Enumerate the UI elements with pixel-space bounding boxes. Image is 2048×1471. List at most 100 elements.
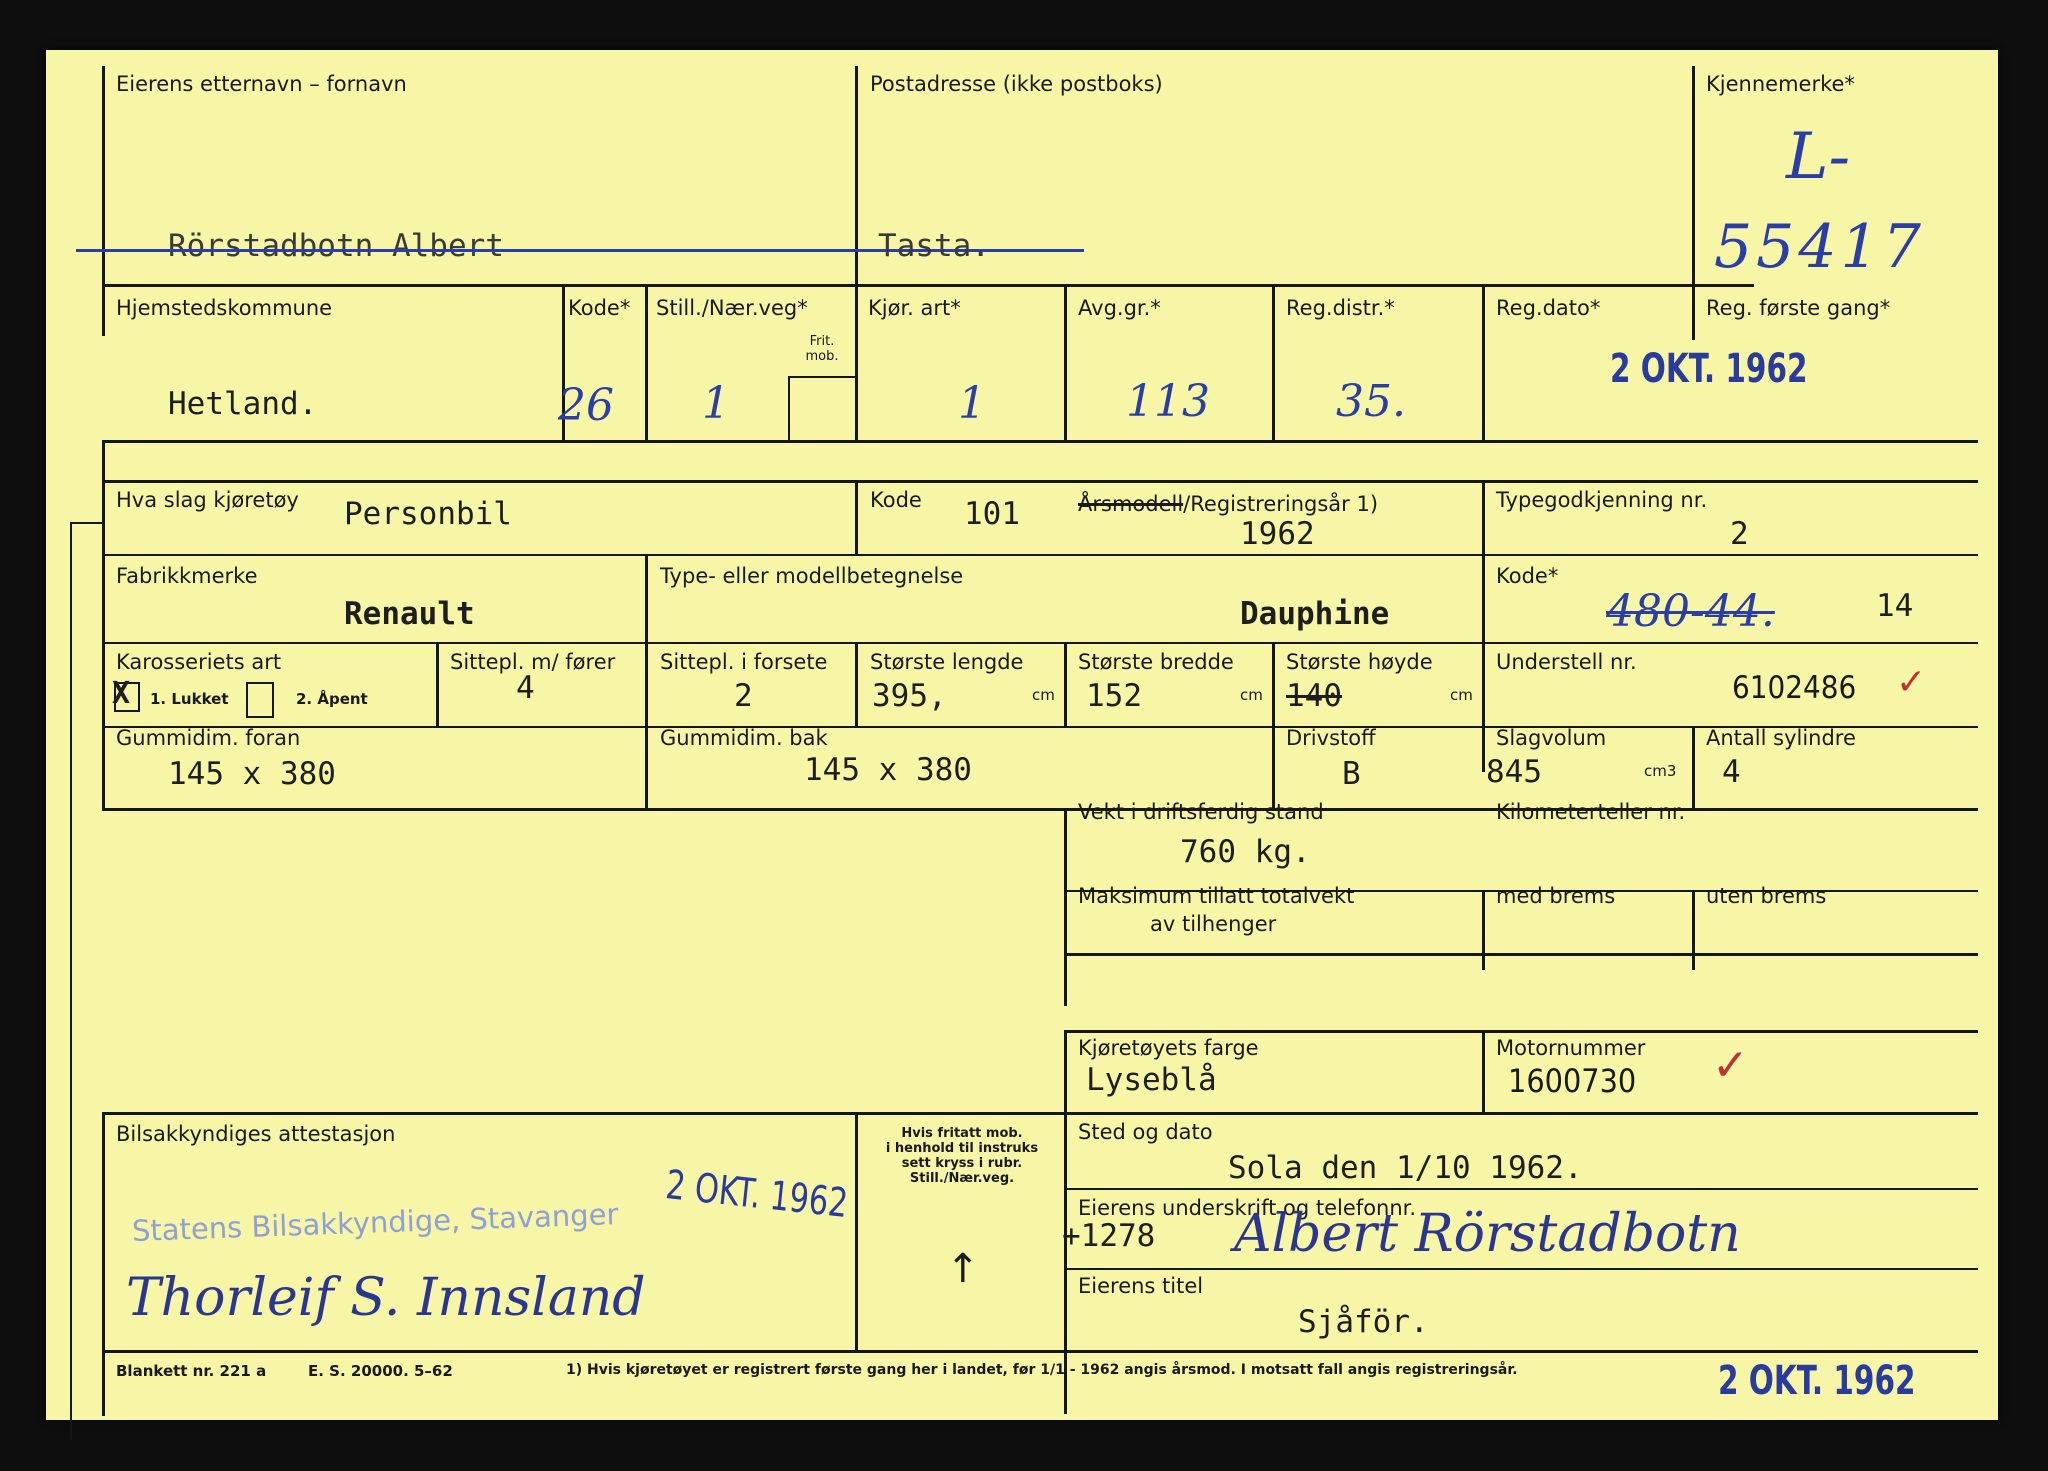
engine-label: Motornummer: [1496, 1036, 1646, 1060]
vehicle-kode-value: 101: [964, 496, 1020, 532]
address-label: Postadresse (ikke postboks): [870, 72, 1163, 96]
attest-date-stamp: 2 OKT. 1962: [663, 1162, 850, 1227]
tire-front-label: Gummidim. foran: [116, 726, 301, 750]
make-value: Renault: [344, 596, 475, 632]
odometer-label: Kilometerteller nr.: [1496, 800, 1686, 824]
width-label: Største bredde: [1078, 650, 1234, 674]
approval-value: 2: [1730, 516, 1749, 552]
vehicle-type-value: Personbil: [344, 496, 512, 532]
make-label: Fabrikkmerke: [116, 564, 258, 588]
owner-title-value: Sjåför.: [1298, 1304, 1429, 1340]
engine-value: 1600730: [1508, 1062, 1637, 1100]
chassis-value: 6102486: [1732, 670, 1857, 706]
cylinders-label: Antall sylindre: [1706, 726, 1856, 750]
footnote: 1) Hvis kjøretøyet er registrert første …: [566, 1362, 1518, 1378]
color-value: Lyseblå: [1086, 1062, 1217, 1098]
color-label: Kjøretøyets farge: [1078, 1036, 1259, 1060]
exemption-note-4: Still./Nær.veg.: [909, 1171, 1015, 1186]
fuel-value: B: [1342, 756, 1361, 792]
reg-date-stamp: 2 OKT. 1962: [1610, 346, 1808, 392]
body-option-open: 2. Åpent: [296, 690, 368, 708]
frit-mob-label: Frit. mob.: [805, 334, 839, 364]
plate-prefix: L-: [1786, 120, 1851, 194]
weight-label: Vekt i driftsferdig stand: [1078, 800, 1324, 824]
tire-front-value: 145 x 380: [168, 756, 336, 792]
height-unit: cm: [1450, 686, 1473, 704]
footer-date-stamp: 2 OKT. 1962: [1718, 1358, 1916, 1404]
year-label: Årsmodell/Registreringsår 1): [1078, 492, 1378, 516]
registration-card: Eierens etternavn – fornavn Rörstadbotn …: [46, 50, 1998, 1440]
body-check-mark: X: [112, 676, 131, 711]
chassis-label: Understell nr.: [1496, 650, 1637, 674]
form-number: Blankett nr. 221 a: [116, 1362, 267, 1380]
exemption-note-2: i henhold til instruks: [885, 1141, 1039, 1156]
kode2-value-struck: 480-44.: [1606, 586, 1775, 637]
year-label-rest: /Registreringsår 1): [1183, 492, 1379, 516]
owner-signature: Albert Rörstadbotn: [1234, 1204, 1741, 1264]
engine-check-icon: ✓: [1712, 1040, 1749, 1091]
height-value: 140: [1286, 678, 1342, 714]
displacement-value: 845: [1486, 754, 1542, 790]
kode2-label: Kode*: [1496, 564, 1559, 588]
plate-number: 55417: [1714, 212, 1925, 282]
arrow-up-icon: ↑: [946, 1246, 980, 1292]
phone-value: +1278: [1062, 1218, 1156, 1254]
still-label: Still./Nær.veg*: [656, 296, 808, 320]
tire-rear-value: 145 x 380: [804, 752, 972, 788]
exemption-note-3: sett kryss i rubr.: [901, 1156, 1023, 1171]
trailer-label-1: Maksimum tillatt totalvekt: [1078, 884, 1355, 908]
chassis-check-icon: ✓: [1896, 662, 1927, 703]
kode-value: 26: [558, 380, 614, 431]
place-date-label: Sted og dato: [1078, 1120, 1213, 1144]
kode2-value: 14: [1876, 588, 1914, 624]
model-label: Type- eller modellbetegnelse: [660, 564, 964, 588]
reg-distr-label: Reg.distr.*: [1286, 296, 1395, 320]
owner-name-value: Rörstadbotn Albert: [168, 228, 504, 264]
still-value: 1: [702, 378, 730, 429]
seats-value: 4: [516, 670, 535, 706]
municipality-value: Hetland.: [168, 386, 318, 422]
without-brakes-label: uten brems: [1706, 884, 1827, 908]
inspector-signature: Thorleif S. Innsland: [126, 1268, 646, 1328]
displacement-label: Slagvolum: [1496, 726, 1607, 750]
cylinders-value: 4: [1722, 754, 1741, 790]
avg-gr-label: Avg.gr.*: [1078, 296, 1161, 320]
displacement-unit: cm3: [1644, 762, 1677, 780]
year-label-struck: Årsmodell: [1078, 492, 1184, 516]
length-unit: cm: [1032, 686, 1055, 704]
approval-label: Typegodkjenning nr.: [1496, 488, 1708, 512]
vehicle-type-label: Hva slag kjøretøy: [116, 488, 299, 512]
exemption-note-1: Hvis fritatt mob.: [901, 1126, 1023, 1141]
weight-value: 760 kg.: [1180, 834, 1311, 870]
place-date-value: Sola den 1/10 1962.: [1228, 1150, 1583, 1186]
owner-title-label: Eierens titel: [1078, 1274, 1204, 1298]
inspector-office-stamp: Statens Bilsakkyndige, Stavanger: [131, 1197, 619, 1248]
reg-distr-value: 35.: [1336, 376, 1406, 427]
print-info: E. S. 20000. 5–62: [308, 1362, 453, 1380]
model-value: Dauphine: [1240, 596, 1390, 632]
front-seats-label: Sittepl. i forsete: [660, 650, 828, 674]
kjor-art-label: Kjør. art*: [868, 296, 961, 320]
body-option-closed: 1. Lukket: [150, 690, 229, 708]
with-brakes-label: med brems: [1496, 884, 1616, 908]
vehicle-kode-label: Kode: [870, 488, 922, 512]
exemption-note: Hvis fritatt mob. i henhold til instruks…: [862, 1126, 1062, 1186]
reg-first-label: Reg. første gang*: [1706, 296, 1891, 320]
body-checkbox-open: [246, 682, 274, 718]
avg-gr-value: 113: [1126, 376, 1210, 427]
trailer-label-2: av tilhenger: [1150, 912, 1277, 936]
kode-label: Kode*: [568, 296, 631, 320]
municipality-label: Hjemstedskommune: [116, 296, 333, 320]
front-seats-value: 2: [734, 678, 753, 714]
reg-dato-label: Reg.dato*: [1496, 296, 1601, 320]
year-value: 1962: [1240, 516, 1315, 552]
plate-label: Kjennemerke*: [1706, 72, 1855, 96]
width-value: 152: [1086, 678, 1142, 714]
attest-label: Bilsakkyndiges attestasjon: [116, 1122, 396, 1146]
length-value: 395,: [872, 678, 947, 714]
height-label: Største høyde: [1286, 650, 1433, 674]
address-value: Tasta.: [878, 228, 990, 264]
width-unit: cm: [1240, 686, 1263, 704]
owner-name-label: Eierens etternavn – fornavn: [116, 72, 407, 96]
tire-rear-label: Gummidim. bak: [660, 726, 828, 750]
